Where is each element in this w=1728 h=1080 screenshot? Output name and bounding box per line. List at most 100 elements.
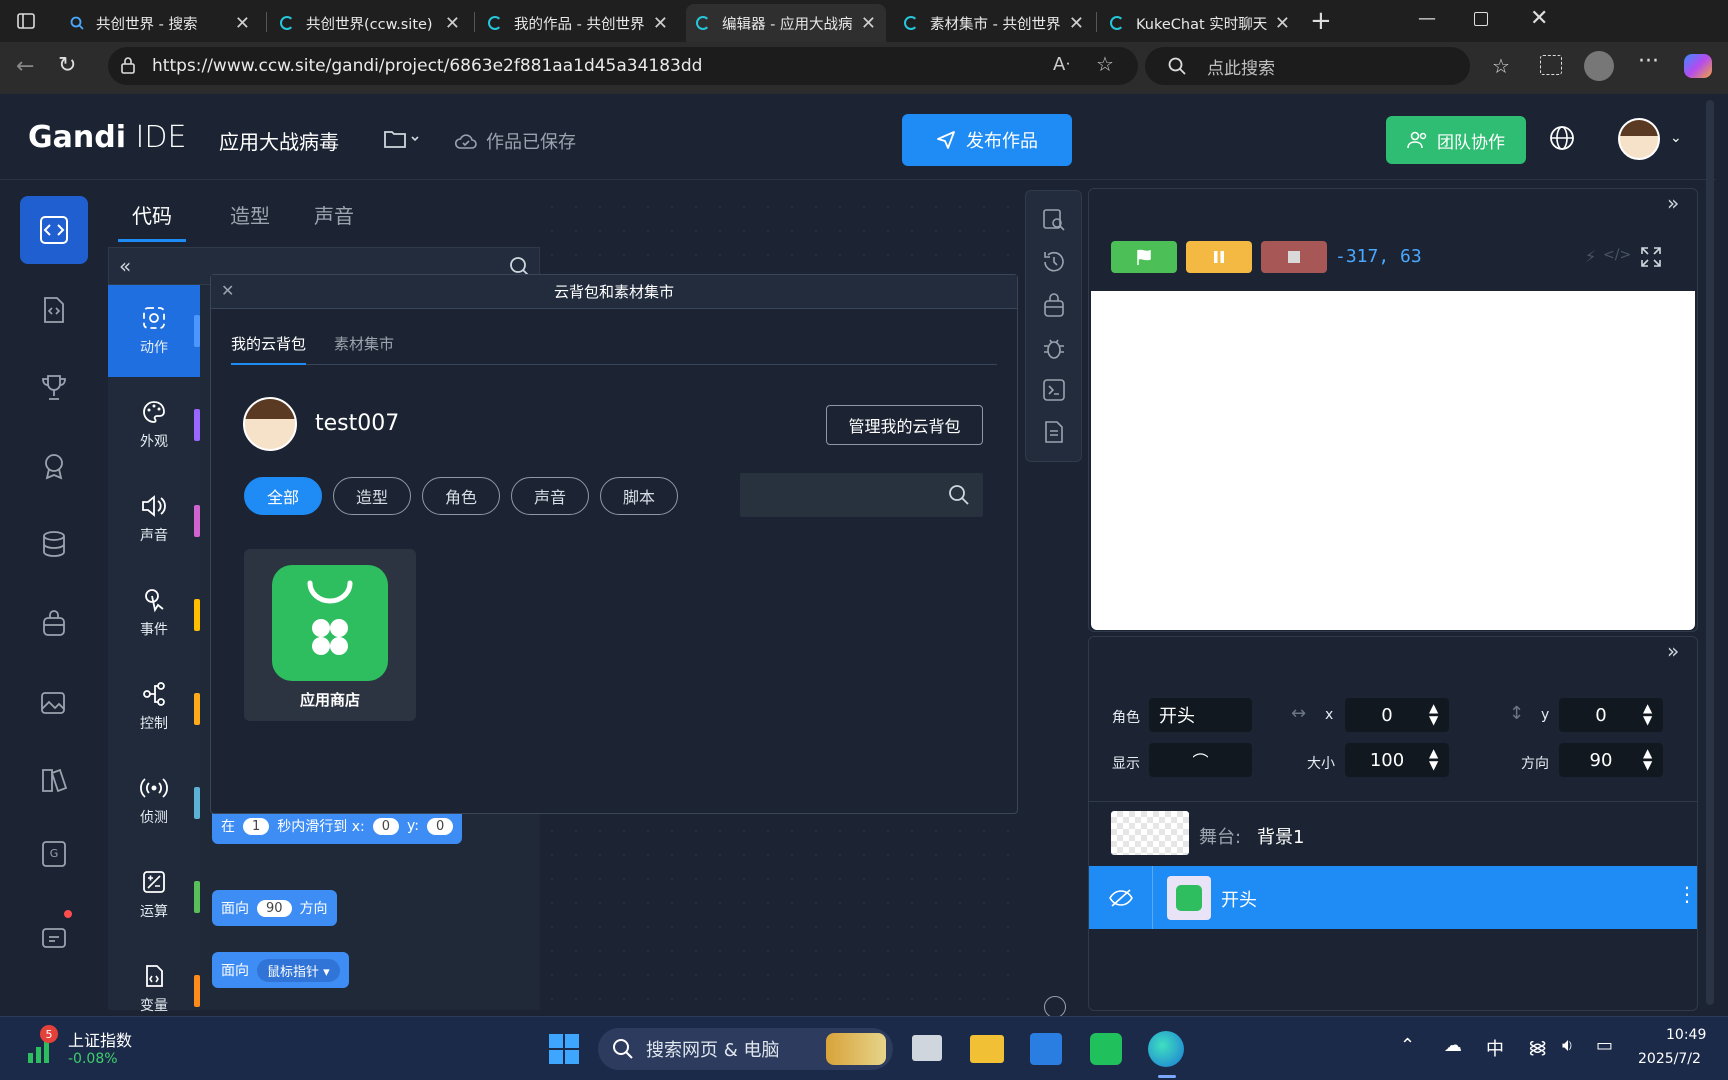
sprite-more-icon[interactable]: ⋮	[1677, 882, 1697, 906]
trophy-icon[interactable]	[20, 354, 88, 422]
favorite-star-icon[interactable]: ☆	[1096, 52, 1114, 76]
backpack-icon[interactable]	[20, 590, 88, 658]
taskbar-search[interactable]: 搜索网页 & 电脑	[598, 1028, 893, 1070]
chevron-up-icon[interactable]: ⌃	[1400, 1035, 1415, 1056]
windows-start-icon[interactable]	[548, 1033, 580, 1065]
history-icon[interactable]	[1041, 249, 1067, 275]
edge-browser-icon[interactable]	[1148, 1031, 1184, 1067]
stock-chart-icon[interactable]: 5	[26, 1025, 58, 1065]
document-icon[interactable]	[1041, 419, 1067, 445]
badge-icon[interactable]	[20, 432, 88, 500]
green-flag-button[interactable]	[1111, 241, 1177, 273]
browser-tab[interactable]: 共创世界 - 搜索 ✕	[60, 4, 260, 42]
point-towards-block[interactable]: 面向 鼠标指针 ▾	[212, 952, 349, 988]
new-tab-button[interactable]: +	[1310, 6, 1332, 36]
close-tab-icon[interactable]: ✕	[445, 13, 460, 34]
minimize-button[interactable]: —	[1418, 8, 1436, 29]
browser-tab[interactable]: 编辑器 - 应用大战病 ✕	[686, 4, 886, 42]
language-globe-icon[interactable]	[1549, 125, 1575, 151]
restore-button[interactable]	[1474, 12, 1488, 26]
glide-secs-input[interactable]: 1	[243, 817, 270, 835]
browser-tab[interactable]: 素材集市 - 共创世界 ✕	[894, 4, 1094, 42]
page-scrollbar[interactable]	[1706, 100, 1714, 1005]
collapse-palette-icon[interactable]: «	[119, 254, 131, 278]
glide-y-input[interactable]: 0	[427, 817, 454, 835]
filter-sprite[interactable]: 角色	[422, 477, 500, 515]
volume-icon[interactable]: 🔉︎	[1562, 1035, 1573, 1056]
filter-all[interactable]: 全部	[244, 477, 322, 515]
hide-sprite-toggle[interactable]	[1089, 866, 1153, 929]
zoom-in-icon[interactable]	[1044, 996, 1066, 1018]
backpack-item-card[interactable]: 应用商店	[244, 549, 416, 721]
direction-input[interactable]: 90 ▲ ▼	[1559, 743, 1663, 777]
backdrop-name[interactable]: 背景1	[1257, 823, 1304, 849]
tab-costumes[interactable]: 造型	[230, 200, 270, 242]
onedrive-cloud-icon[interactable]: ☁	[1444, 1035, 1462, 1056]
close-tab-icon[interactable]: ✕	[861, 13, 876, 34]
close-window-button[interactable]: ✕	[1530, 6, 1548, 31]
filter-sound[interactable]: 声音	[511, 477, 589, 515]
expand-panel-icon[interactable]: »	[1667, 639, 1679, 663]
sprite-list-item[interactable]: 开头 ⋮	[1089, 866, 1697, 929]
clock-date[interactable]: 2025/7/2	[1638, 1051, 1701, 1067]
g-card-icon[interactable]: G	[20, 820, 88, 888]
category-sound[interactable]: 声音	[108, 473, 200, 565]
category-motion[interactable]: 动作	[108, 285, 200, 377]
file-code-icon[interactable]	[20, 276, 88, 344]
visibility-toggle[interactable]: ⌒	[1149, 743, 1252, 777]
battery-icon[interactable]: ▭	[1596, 1035, 1613, 1056]
tab-actions-icon[interactable]	[16, 11, 36, 31]
filter-costume[interactable]: 造型	[333, 477, 411, 515]
task-view-icon[interactable]	[912, 1035, 942, 1061]
stage-canvas[interactable]	[1091, 291, 1695, 630]
terminal-icon[interactable]	[1041, 377, 1067, 403]
database-icon[interactable]	[20, 510, 88, 578]
file-explorer-icon[interactable]	[970, 1035, 1004, 1063]
favorites-icon[interactable]: ☆	[1492, 54, 1510, 78]
close-tab-icon[interactable]: ✕	[653, 13, 668, 34]
direction-input[interactable]: 90	[257, 899, 292, 917]
manage-backpack-button[interactable]: 管理我的云背包	[826, 405, 983, 445]
sprite-name-input[interactable]: 开头	[1149, 698, 1252, 732]
copilot-icon[interactable]	[1684, 54, 1712, 78]
gandi-logo[interactable]: Gandi IDE	[28, 120, 186, 155]
category-looks[interactable]: 外观	[108, 379, 200, 471]
filter-script[interactable]: 脚本	[600, 477, 678, 515]
expand-panel-icon[interactable]: »	[1667, 191, 1679, 215]
close-tab-icon[interactable]: ✕	[1275, 13, 1290, 34]
book-icon[interactable]	[20, 746, 88, 814]
category-operators[interactable]: 运算	[108, 849, 200, 941]
clock-time[interactable]: 10:49	[1666, 1027, 1706, 1043]
tab-sounds[interactable]: 声音	[314, 200, 354, 242]
backpack-tool-icon[interactable]	[1041, 293, 1067, 319]
publish-button[interactable]: 发布作品	[902, 114, 1072, 166]
chevron-down-icon[interactable]: ⌄	[1670, 130, 1682, 146]
stage-thumbnail[interactable]	[1111, 811, 1189, 855]
user-avatar[interactable]	[1618, 118, 1660, 160]
debug-bug-icon[interactable]	[1041, 335, 1067, 361]
project-title[interactable]: 应用大战病毒	[219, 126, 339, 155]
backpack-search-input[interactable]	[740, 473, 983, 517]
stop-button[interactable]	[1261, 241, 1327, 273]
ime-indicator[interactable]: 中	[1486, 1035, 1504, 1061]
glide-x-input[interactable]: 0	[372, 817, 400, 835]
browser-tab[interactable]: KukeChat 实时聊天 ✕	[1100, 4, 1300, 42]
image-heart-icon[interactable]	[20, 668, 88, 736]
tab-code[interactable]: 代码	[118, 200, 186, 242]
tab-my-backpack[interactable]: 我的云背包	[231, 333, 307, 365]
close-tab-icon[interactable]: ✕	[1069, 13, 1084, 34]
fullscreen-icon[interactable]	[1639, 245, 1663, 269]
close-icon[interactable]: ✕	[221, 281, 234, 300]
team-collab-button[interactable]: 团队协作	[1386, 116, 1526, 164]
folder-menu-icon[interactable]	[383, 128, 423, 150]
category-control[interactable]: 控制	[108, 661, 200, 753]
target-dropdown[interactable]: 鼠标指针 ▾	[257, 958, 340, 982]
wifi-icon[interactable]: ᯼	[1528, 1035, 1547, 1059]
read-aloud-icon[interactable]: Aᐧ	[1053, 54, 1070, 75]
tab-asset-market[interactable]: 素材集市	[334, 333, 394, 354]
x-input[interactable]: 0 ▲ ▼	[1345, 698, 1449, 732]
more-menu-icon[interactable]: ···	[1638, 49, 1659, 74]
screenshot-icon[interactable]	[1540, 55, 1562, 75]
url-field[interactable]: https://www.ccw.site/gandi/project/6863e…	[108, 47, 1138, 85]
turbo-icon[interactable]: ⚡	[1585, 247, 1596, 266]
